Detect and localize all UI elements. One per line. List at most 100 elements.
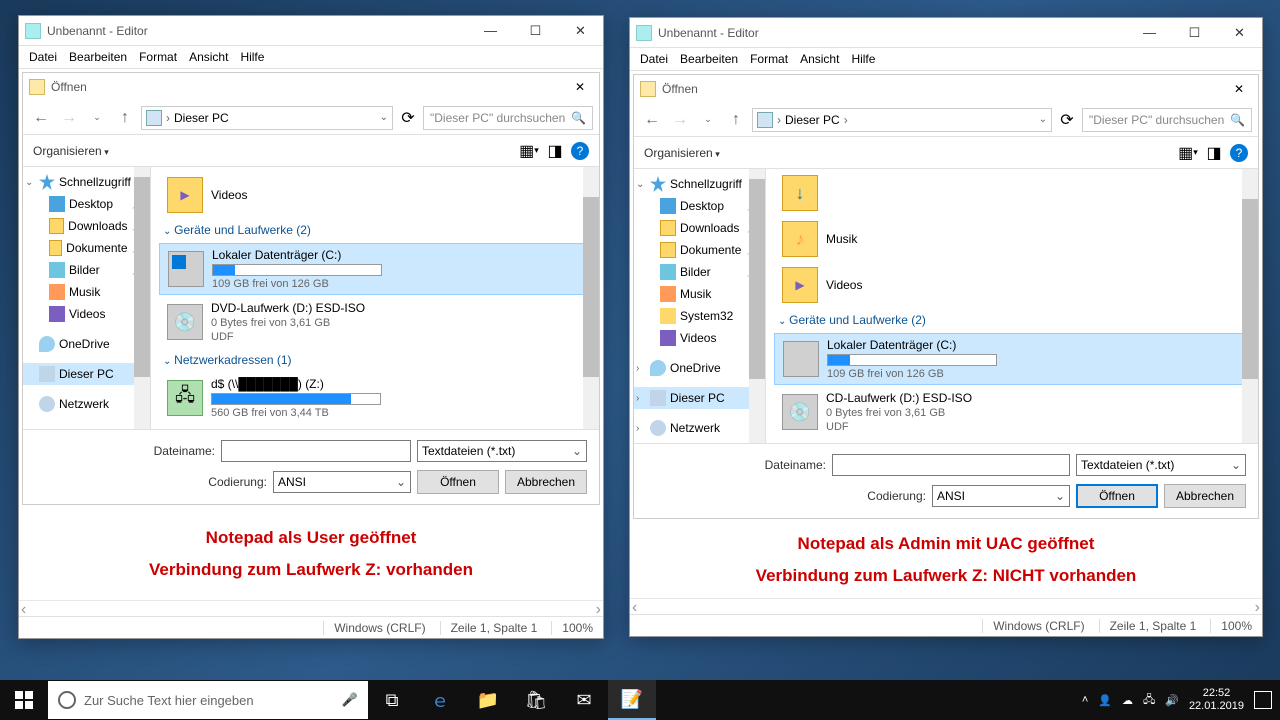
menu-edit[interactable]: Bearbeiten: [63, 47, 133, 67]
view-button[interactable]: ▦ ▾: [1178, 143, 1198, 163]
minimize-button[interactable]: —: [1127, 18, 1172, 47]
breadcrumb[interactable]: Dieser PC: [785, 113, 840, 127]
tree-scrollbar[interactable]: [749, 169, 765, 443]
tree-item[interactable]: Downloads📌: [23, 215, 150, 237]
refresh-button[interactable]: ⟳: [397, 107, 419, 129]
back-button[interactable]: ←: [29, 106, 53, 130]
menu-view[interactable]: Ansicht: [183, 47, 234, 67]
help-button[interactable]: ?: [1230, 144, 1248, 162]
filter-select[interactable]: Textdateien (*.txt): [417, 440, 587, 462]
filter-select[interactable]: Textdateien (*.txt): [1076, 454, 1246, 476]
close-button[interactable]: ✕: [558, 16, 603, 45]
tree-item[interactable]: Netzwerk: [634, 417, 765, 439]
task-view-button[interactable]: ⧉: [368, 680, 416, 720]
filename-input[interactable]: [221, 440, 411, 462]
network-drive-item[interactable]: 🖧 d$ (\\███████) (Z:) 560 GB frei von 3,…: [159, 373, 591, 423]
tree-item[interactable]: Videos: [634, 327, 765, 349]
clock[interactable]: 22:52 22.01.2019: [1189, 687, 1244, 713]
tree-item[interactable]: Musik: [23, 281, 150, 303]
network-tray-icon[interactable]: 🖧: [1143, 691, 1155, 710]
onedrive-tray-icon[interactable]: ☁: [1122, 694, 1133, 707]
forward-button[interactable]: →: [57, 106, 81, 130]
titlebar[interactable]: Unbenannt - Editor — ☐ ✕: [630, 18, 1262, 48]
drive-item[interactable]: Lokaler Datenträger (C:) 109 GB frei von…: [774, 333, 1250, 385]
filename-input[interactable]: [832, 454, 1070, 476]
address-bar[interactable]: › Dieser PC › ⌄: [752, 108, 1052, 132]
action-center-icon[interactable]: [1254, 691, 1272, 709]
mic-icon[interactable]: 🎤: [342, 692, 358, 708]
tree-item[interactable]: Desktop📌: [23, 193, 150, 215]
view-button[interactable]: ▦ ▾: [519, 141, 539, 161]
preview-pane-button[interactable]: ◨: [1204, 143, 1224, 163]
start-button[interactable]: [0, 680, 48, 720]
tree-item[interactable]: Musik: [634, 283, 765, 305]
section-drives[interactable]: Geräte und Laufwerke (2): [770, 309, 1254, 331]
menu-help[interactable]: Hilfe: [845, 49, 881, 69]
people-icon[interactable]: 👤: [1098, 694, 1112, 707]
cancel-button[interactable]: Abbrechen: [505, 470, 587, 494]
folder-item[interactable]: Videos: [159, 173, 591, 217]
dialog-close-button[interactable]: ✕: [1220, 76, 1258, 103]
breadcrumb[interactable]: Dieser PC: [174, 111, 229, 125]
content-pane[interactable]: Musik Videos Geräte und Laufwerke (2) Lo…: [766, 169, 1258, 443]
forward-button[interactable]: →: [668, 108, 692, 132]
open-button[interactable]: Öffnen: [417, 470, 499, 494]
h-scrollbar[interactable]: ‹›: [19, 600, 603, 616]
recent-chevron-icon[interactable]: ⌄: [696, 108, 720, 132]
explorer-icon[interactable]: 📁: [464, 680, 512, 720]
up-button[interactable]: ↑: [113, 106, 137, 130]
content-pane[interactable]: Videos Geräte und Laufwerke (2) Lokaler …: [151, 167, 599, 429]
tree-item[interactable]: Dokumente📌: [23, 237, 150, 259]
open-button[interactable]: Öffnen: [1076, 484, 1158, 508]
search-input[interactable]: "Dieser PC" durchsuchen 🔍: [423, 106, 593, 130]
menu-help[interactable]: Hilfe: [234, 47, 270, 67]
dialog-close-button[interactable]: ✕: [561, 74, 599, 101]
taskbar-search[interactable]: Zur Suche Text hier eingeben 🎤: [48, 681, 368, 719]
search-input[interactable]: "Dieser PC" durchsuchen 🔍: [1082, 108, 1252, 132]
tree-item[interactable]: Bilder📌: [634, 261, 765, 283]
maximize-button[interactable]: ☐: [513, 16, 558, 45]
section-network[interactable]: Netzwerkadressen (1): [155, 349, 595, 371]
back-button[interactable]: ←: [640, 108, 664, 132]
mail-icon[interactable]: ✉: [560, 680, 608, 720]
tree-item[interactable]: System32: [634, 305, 765, 327]
drive-item[interactable]: Lokaler Datenträger (C:) 109 GB frei von…: [159, 243, 591, 295]
tree-item[interactable]: OneDrive: [634, 357, 765, 379]
nav-tree[interactable]: SchnellzugriffDesktop📌Downloads📌Dokument…: [23, 167, 151, 429]
tree-item[interactable]: Desktop📌: [634, 195, 765, 217]
tree-item[interactable]: Dieser PC: [23, 363, 150, 385]
cancel-button[interactable]: Abbrechen: [1164, 484, 1246, 508]
tree-item[interactable]: Videos: [23, 303, 150, 325]
close-button[interactable]: ✕: [1217, 18, 1262, 47]
nav-tree[interactable]: SchnellzugriffDesktop📌Downloads📌Dokument…: [634, 169, 766, 443]
drive-item[interactable]: 💿 CD-Laufwerk (D:) ESD-ISO 0 Bytes frei …: [774, 387, 1250, 437]
tree-item[interactable]: Schnellzugriff: [634, 173, 765, 195]
tree-item[interactable]: Dieser PC: [634, 387, 765, 409]
folder-item[interactable]: [774, 175, 1250, 215]
encoding-select[interactable]: ANSI: [932, 485, 1070, 507]
folder-item[interactable]: Musik: [774, 217, 1250, 261]
up-button[interactable]: ↑: [724, 108, 748, 132]
volume-icon[interactable]: 🔊: [1165, 694, 1179, 707]
organize-button[interactable]: Organisieren: [644, 146, 720, 160]
preview-pane-button[interactable]: ◨: [545, 141, 565, 161]
menu-edit[interactable]: Bearbeiten: [674, 49, 744, 69]
tree-item[interactable]: Schnellzugriff: [23, 171, 150, 193]
help-button[interactable]: ?: [571, 142, 589, 160]
tray-chevron-icon[interactable]: ˄: [1082, 694, 1088, 706]
refresh-button[interactable]: ⟳: [1056, 109, 1078, 131]
tree-item[interactable]: OneDrive: [23, 333, 150, 355]
menu-format[interactable]: Format: [744, 49, 794, 69]
titlebar[interactable]: Unbenannt - Editor — ☐ ✕: [19, 16, 603, 46]
minimize-button[interactable]: —: [468, 16, 513, 45]
tree-scrollbar[interactable]: [134, 167, 150, 429]
section-drives[interactable]: Geräte und Laufwerke (2): [155, 219, 595, 241]
tree-item[interactable]: Dokumente📌: [634, 239, 765, 261]
tree-item[interactable]: Downloads📌: [634, 217, 765, 239]
content-scrollbar[interactable]: [1242, 169, 1258, 443]
organize-button[interactable]: Organisieren: [33, 144, 109, 158]
content-scrollbar[interactable]: [583, 167, 599, 429]
drive-item[interactable]: 💿 DVD-Laufwerk (D:) ESD-ISO 0 Bytes frei…: [159, 297, 591, 347]
store-icon[interactable]: 🛍: [512, 680, 560, 720]
h-scrollbar[interactable]: ‹›: [630, 598, 1262, 614]
